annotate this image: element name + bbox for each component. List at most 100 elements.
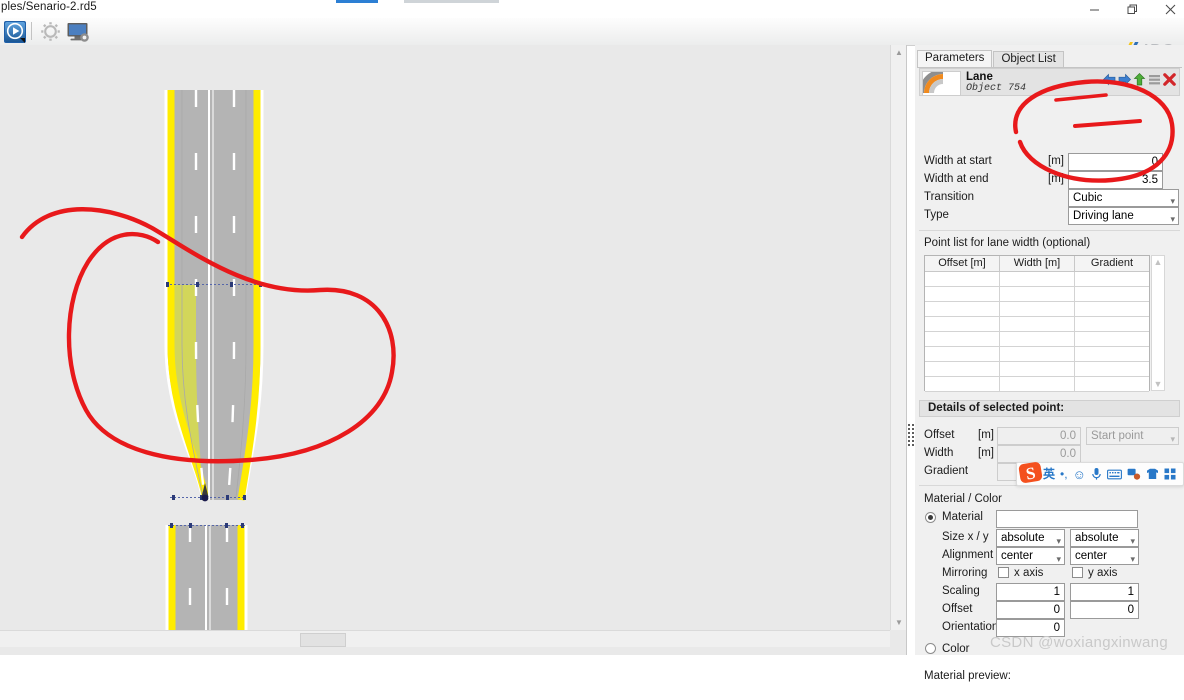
width-at-start-input[interactable]: 0 [1068, 153, 1163, 171]
size-x-combo[interactable]: absolute ▾ [996, 529, 1065, 547]
material-color-header: Material / Color [924, 493, 1002, 505]
table-cell[interactable] [1000, 377, 1075, 392]
up-arrow-icon[interactable] [1133, 73, 1146, 86]
table-row[interactable] [925, 302, 1149, 317]
scroll-down-icon[interactable]: ▼ [891, 615, 906, 630]
table-row[interactable] [925, 362, 1149, 377]
table-cell[interactable] [925, 302, 1000, 317]
table-cell[interactable] [925, 347, 1000, 362]
play-circle-icon[interactable] [3, 20, 27, 43]
table-cell[interactable] [925, 287, 1000, 302]
translate-icon[interactable] [1127, 468, 1141, 480]
table-cell[interactable] [1075, 377, 1149, 392]
canvas-horizontal-scrollbar[interactable] [0, 630, 890, 647]
table-cell[interactable] [1000, 302, 1075, 317]
lane-object-icon [922, 71, 961, 96]
road-geometry [0, 45, 890, 630]
table-cell[interactable] [1000, 347, 1075, 362]
canvas-vertical-scrollbar[interactable]: ▲ ▼ [890, 45, 906, 630]
label-color: Color [942, 643, 970, 655]
scroll-up-icon[interactable]: ▲ [1152, 256, 1164, 268]
material-preview-label: Material preview: [924, 670, 1011, 682]
point-list-caption: Point list for lane width (optional) [924, 237, 1091, 249]
table-cell[interactable] [1075, 302, 1149, 317]
table-row[interactable] [925, 332, 1149, 347]
table-cell[interactable] [925, 362, 1000, 377]
table-cell[interactable] [1000, 272, 1075, 287]
object-title: Lane [966, 71, 993, 83]
table-cell[interactable] [925, 332, 1000, 347]
column-offset: Offset [m] [925, 256, 1000, 272]
point-list-table[interactable]: Offset [m] Width [m] Gradient [924, 255, 1150, 392]
table-cell[interactable] [1000, 362, 1075, 377]
skin-icon[interactable] [1146, 468, 1159, 480]
table-cell[interactable] [1000, 287, 1075, 302]
horizontal-scroll-thumb[interactable] [300, 633, 346, 647]
panel-splitter[interactable] [906, 410, 915, 460]
label-scaling: Scaling [942, 585, 980, 597]
browser-tab-indicator-inactive[interactable] [404, 0, 499, 3]
ime-punctuation-icon[interactable]: •, [1060, 468, 1068, 480]
scaling-y-input[interactable]: 1 [1070, 583, 1139, 601]
offset-y-input[interactable]: 0 [1070, 601, 1139, 619]
table-cell[interactable] [1000, 317, 1075, 332]
table-cell[interactable] [1075, 272, 1149, 287]
detail-offset-input[interactable]: 0.0 [997, 427, 1081, 445]
table-cell[interactable] [925, 272, 1000, 287]
table-cell[interactable] [1075, 317, 1149, 332]
window-title: ples/Senario-2.rd5 [1, 1, 97, 13]
ime-emoji-icon[interactable]: ☺ [1073, 468, 1086, 481]
watermark: CSDN @woxiangxinwang [990, 634, 1168, 651]
table-cell[interactable] [925, 317, 1000, 332]
gear-icon[interactable] [38, 20, 62, 43]
transition-combo[interactable]: Cubic ▾ [1068, 189, 1179, 207]
table-cell[interactable] [1000, 332, 1075, 347]
table-row[interactable] [925, 377, 1149, 392]
close-icon[interactable] [1150, 0, 1184, 18]
list-icon[interactable] [1148, 73, 1161, 86]
material-input[interactable] [996, 510, 1138, 528]
sogou-logo-icon[interactable]: S [1018, 460, 1044, 486]
offset-x-input[interactable]: 0 [996, 601, 1065, 619]
scroll-down-icon[interactable]: ▼ [1152, 378, 1164, 390]
apps-icon[interactable] [1164, 468, 1176, 480]
monitor-gear-icon[interactable] [65, 20, 91, 43]
tab-object-list[interactable]: Object List [993, 51, 1064, 68]
table-row[interactable] [925, 272, 1149, 287]
table-cell[interactable] [1075, 287, 1149, 302]
next-arrow-icon[interactable] [1118, 73, 1131, 86]
restore-icon[interactable] [1112, 0, 1152, 18]
road-view[interactable] [0, 45, 890, 630]
table-row[interactable] [925, 287, 1149, 302]
table-row[interactable] [925, 347, 1149, 362]
unit-width-at-start: [m] [1048, 155, 1064, 167]
keyboard-icon[interactable] [1106, 469, 1122, 480]
size-y-combo[interactable]: absolute ▾ [1070, 529, 1139, 547]
mic-icon[interactable] [1091, 467, 1102, 481]
table-cell[interactable] [1075, 347, 1149, 362]
point-list-scrollbar[interactable]: ▲ ▼ [1151, 255, 1165, 391]
table-cell[interactable] [925, 377, 1000, 392]
type-combo[interactable]: Driving lane ▾ [1068, 207, 1179, 225]
scroll-up-icon[interactable]: ▲ [891, 45, 906, 60]
table-cell[interactable] [1075, 362, 1149, 377]
ime-language-icon[interactable]: 英 [1043, 468, 1055, 480]
alignment-y-combo[interactable]: center ▾ [1070, 547, 1139, 565]
color-radio[interactable] [925, 643, 936, 654]
browser-tab-indicator-active[interactable] [336, 0, 378, 3]
tab-parameters[interactable]: Parameters [917, 50, 993, 68]
width-at-end-input[interactable]: 3.5 [1068, 171, 1163, 189]
material-radio[interactable] [925, 512, 936, 523]
scaling-x-input[interactable]: 1 [996, 583, 1065, 601]
minimize-icon[interactable] [1074, 0, 1114, 18]
label-transition: Transition [924, 191, 975, 203]
table-row[interactable] [925, 317, 1149, 332]
prev-arrow-icon[interactable] [1103, 73, 1116, 86]
road-editor-canvas-area[interactable]: ▲ ▼ x: 209.83 y: 72.39 [0, 45, 907, 655]
delete-icon[interactable] [1163, 73, 1176, 86]
mirror-y-checkbox[interactable] [1072, 567, 1083, 578]
table-cell[interactable] [1075, 332, 1149, 347]
alignment-x-combo[interactable]: center ▾ [996, 547, 1065, 565]
point-kind-combo[interactable]: Start point ▾ [1086, 427, 1179, 445]
mirror-x-checkbox[interactable] [998, 567, 1009, 578]
